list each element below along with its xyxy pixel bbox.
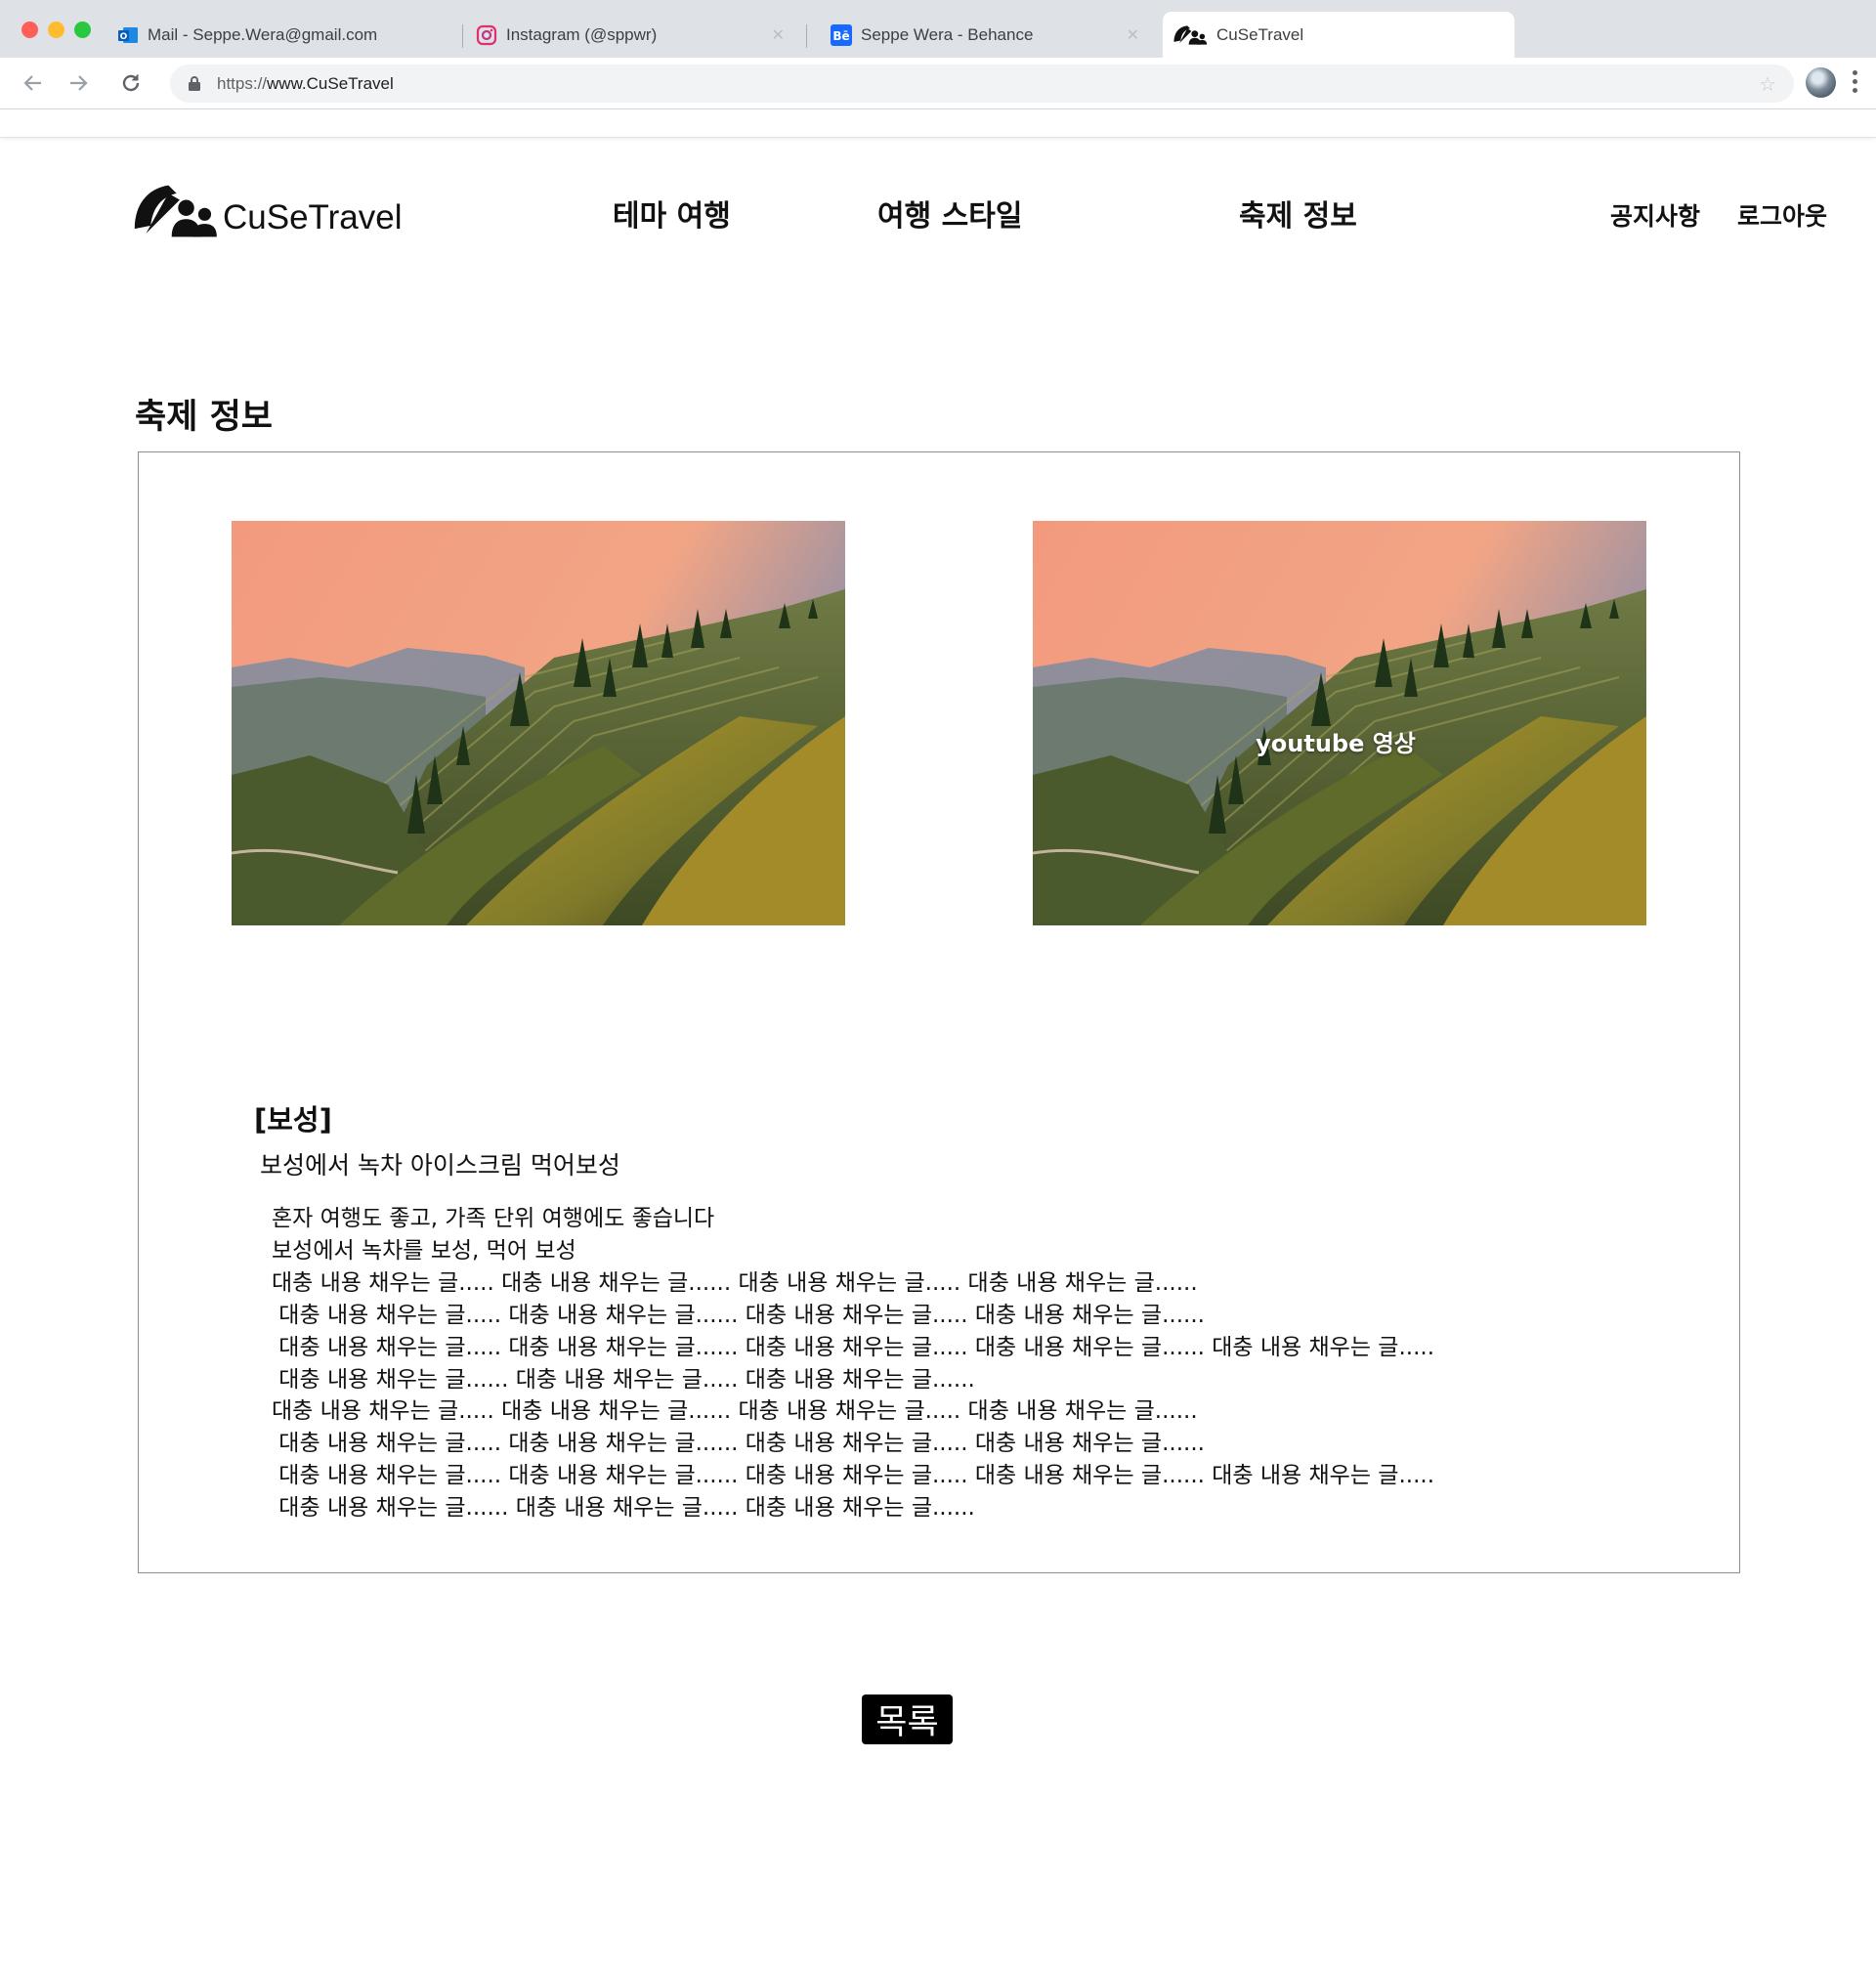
nav-festival-info[interactable]: 축제 정보 <box>1239 192 1357 235</box>
tab-separator <box>462 24 463 48</box>
address-bar[interactable]: https://www.CuSeTravel ☆ <box>170 64 1794 103</box>
description-line: 대충 내용 채우는 글...... 대충 내용 채우는 글..... 대충 내용… <box>272 1495 975 1522</box>
description-line: 대충 내용 채우는 글..... 대충 내용 채우는 글...... 대충 내용… <box>272 1463 1435 1489</box>
logout-link[interactable]: 로그아웃 <box>1737 197 1827 233</box>
forward-button[interactable] <box>64 69 92 97</box>
tab-instagram[interactable]: Instagram (@sppwr) ✕ <box>476 12 798 58</box>
profile-avatar[interactable] <box>1806 67 1836 98</box>
description-line: 대충 내용 채우는 글...... 대충 내용 채우는 글..... 대충 내용… <box>272 1366 975 1393</box>
site-logo[interactable]: CuSeTravel <box>133 184 403 238</box>
description-line: 대충 내용 채우는 글..... 대충 내용 채우는 글...... 대충 내용… <box>272 1269 1198 1296</box>
close-tab-icon[interactable]: ✕ <box>772 25 785 45</box>
reload-button[interactable] <box>117 69 145 97</box>
close-tab-icon[interactable]: ✕ <box>1127 25 1139 45</box>
tab-mail[interactable]: O Mail - Seppe.Wera@gmail.com <box>117 12 459 58</box>
window-controls <box>21 21 91 38</box>
back-button[interactable] <box>20 69 47 97</box>
tab-behance[interactable]: Bē Seppe Wera - Behance ✕ <box>831 12 1153 58</box>
video-thumbnail <box>1033 521 1646 925</box>
description-line: 보성에서 녹차를 보성, 먹어 보성 <box>272 1237 576 1264</box>
reload-icon <box>122 74 140 92</box>
lock-icon <box>189 76 200 91</box>
bookmark-star-icon[interactable]: ☆ <box>1759 72 1776 96</box>
tab-cusetravel[interactable]: CuSeTravel <box>1163 12 1514 58</box>
logo-icon <box>134 185 217 237</box>
list-button[interactable]: 목록 <box>862 1694 953 1744</box>
festival-description: 혼자 여행도 좋고, 가족 단위 여행에도 좋습니다 보성에서 녹차를 보성, … <box>272 1203 1698 1524</box>
page-title: 축제 정보 <box>135 398 273 437</box>
minimize-window-button[interactable] <box>48 21 64 38</box>
nav-travel-style[interactable]: 여행 스타일 <box>877 192 1022 235</box>
tab-label: CuSeTravel <box>1216 24 1304 44</box>
nav-theme-travel[interactable]: 테마 여행 <box>613 192 731 235</box>
tea-field-image <box>232 521 845 925</box>
description-line: 대충 내용 채우는 글..... 대충 내용 채우는 글...... 대충 내용… <box>272 1334 1435 1360</box>
behance-icon: Bē <box>831 23 852 46</box>
bookmarks-bar <box>0 109 1876 138</box>
maximize-window-button[interactable] <box>74 21 91 38</box>
cusetravel-icon <box>1172 24 1208 46</box>
arrow-right-icon <box>70 75 88 91</box>
festival-subtitle: 보성에서 녹차 아이스크림 먹어보성 <box>260 1151 620 1180</box>
description-line: 대충 내용 채우는 글..... 대충 내용 채우는 글...... 대충 내용… <box>272 1398 1198 1425</box>
festival-detail-panel: youtube 영상 [보성] 보성에서 녹차 아이스크림 먹어보성 혼자 여행… <box>138 451 1740 1573</box>
tab-label: Instagram (@sppwr) <box>506 24 658 44</box>
description-line: 혼자 여행도 좋고, 가족 단위 여행에도 좋습니다 <box>272 1206 715 1231</box>
instagram-icon <box>476 24 497 46</box>
logo-text: CuSeTravel <box>223 198 403 236</box>
browser-toolbar: https://www.CuSeTravel ☆ <box>0 58 1876 109</box>
video-caption: youtube 영상 <box>1256 730 1416 757</box>
browser-tab-bar: O Mail - Seppe.Wera@gmail.com Instagram … <box>0 0 1876 58</box>
description-line: 대충 내용 채우는 글..... 대충 내용 채우는 글...... 대충 내용… <box>272 1302 1205 1328</box>
tab-label: Mail - Seppe.Wera@gmail.com <box>148 24 378 44</box>
close-window-button[interactable] <box>21 21 38 38</box>
tab-separator <box>806 24 807 48</box>
svg-text:O: O <box>120 32 128 42</box>
tab-label: Seppe Wera - Behance <box>861 24 1034 44</box>
svg-text:Bē: Bē <box>832 29 849 43</box>
outlook-icon: O <box>117 24 139 46</box>
description-line: 대충 내용 채우는 글..... 대충 내용 채우는 글...... 대충 내용… <box>272 1431 1205 1457</box>
festival-heading: [보성] <box>254 1103 332 1137</box>
festival-photo <box>232 521 845 925</box>
url-text: https://www.CuSeTravel <box>217 74 394 93</box>
arrow-left-icon <box>23 75 41 91</box>
browser-menu-icon[interactable] <box>1853 70 1857 93</box>
youtube-video[interactable]: youtube 영상 <box>1033 521 1646 925</box>
notice-link[interactable]: 공지사항 <box>1610 197 1700 233</box>
